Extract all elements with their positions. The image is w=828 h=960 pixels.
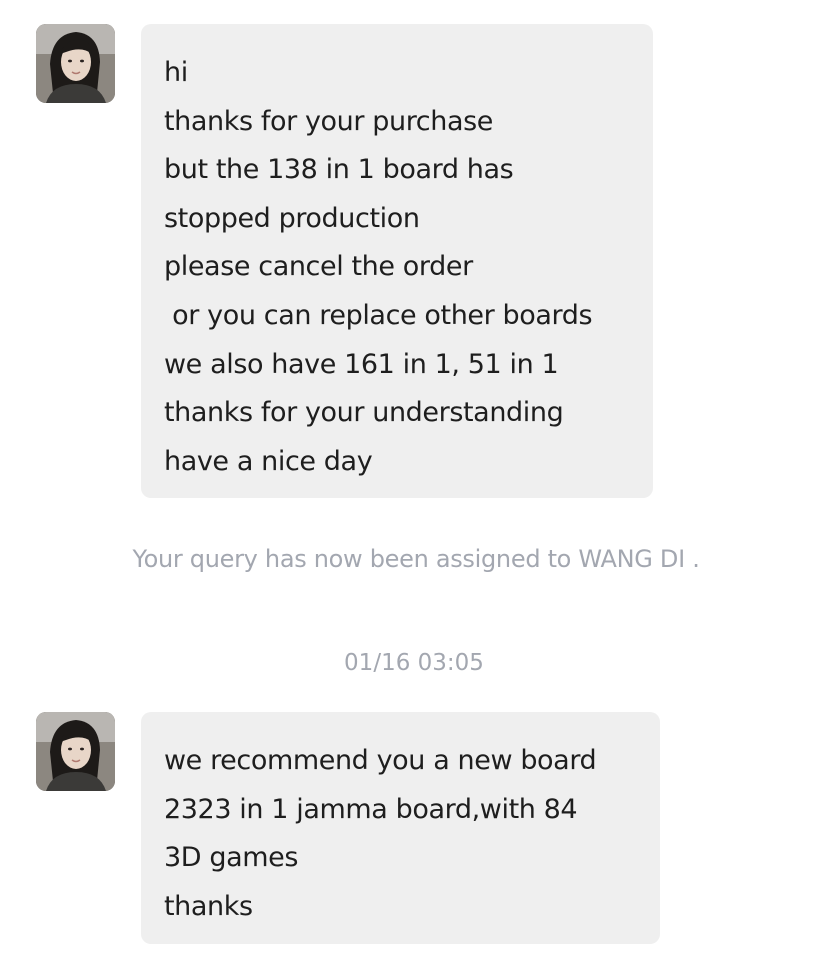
message-line: thanks — [164, 890, 253, 922]
agent-avatar-image — [36, 712, 115, 791]
message-line: please cancel the order — [164, 251, 473, 283]
message-line: we also have 161 in 1, 51 in 1 — [164, 348, 559, 380]
agent-avatar[interactable] — [36, 712, 115, 791]
message-row: hi thanks for your purchase but the 138 … — [0, 24, 828, 498]
agent-avatar-image — [36, 24, 115, 103]
message-bubble: we recommend you a new board 2323 in 1 j… — [141, 712, 660, 944]
message-line: hi — [164, 57, 188, 88]
chat-thread: hi thanks for your purchase but the 138 … — [0, 0, 828, 960]
message-line: stopped production — [164, 202, 420, 234]
message-line: or you can replace other boards — [164, 299, 593, 331]
message-line: thanks for your purchase — [164, 105, 493, 137]
assignment-notice: Your query has now been assigned to WANG… — [132, 545, 700, 573]
message-line: 2323 in 1 jamma board,with 84 — [164, 793, 578, 825]
message-line: we recommend you a new board — [164, 745, 597, 776]
message-row: we recommend you a new board 2323 in 1 j… — [0, 712, 828, 944]
message-bubble: hi thanks for your purchase but the 138 … — [141, 24, 653, 498]
message-line: 3D games — [164, 842, 299, 874]
message-line: but the 138 in 1 board has — [164, 154, 514, 186]
message-line: thanks for your understanding — [164, 397, 564, 429]
agent-avatar[interactable] — [36, 24, 115, 103]
message-line: have a nice day — [164, 445, 373, 477]
message-timestamp: 01/16 03:05 — [344, 650, 484, 676]
